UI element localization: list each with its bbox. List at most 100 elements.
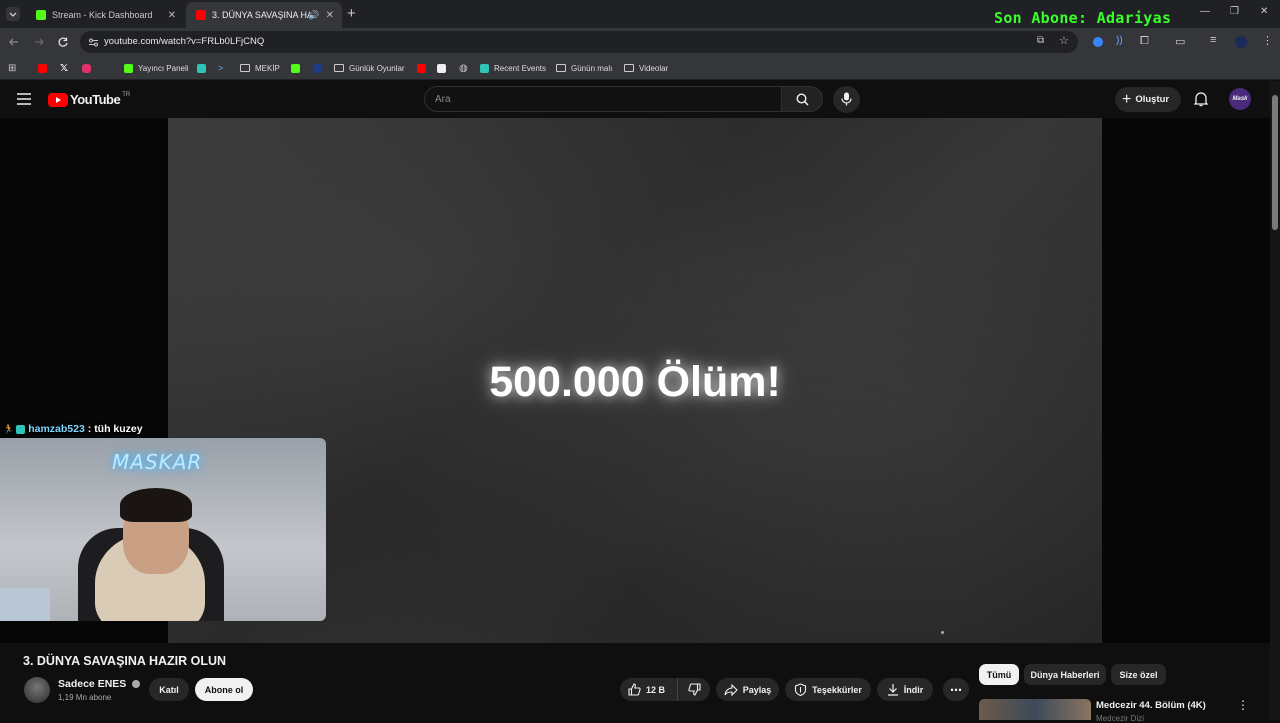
bookmark-x[interactable]: 𝕏	[60, 61, 68, 75]
browser-menu-icon[interactable]: ⋮	[1262, 34, 1273, 47]
chip-dunya-haberleri[interactable]: Dünya Haberleri	[1024, 664, 1106, 685]
like-dislike-group: 12 B	[620, 678, 710, 701]
close-window-icon[interactable]: ✕	[1260, 6, 1268, 17]
recommendation-channel[interactable]: Medcezir Dizi	[1096, 714, 1144, 723]
webcam-overlay: MASKAR	[0, 438, 326, 621]
create-label: Oluştur	[1135, 94, 1170, 105]
scrollbar-thumb[interactable]	[1272, 95, 1278, 230]
extension-icon[interactable]	[1093, 37, 1103, 47]
cast-icon[interactable]: ⧉	[1037, 35, 1044, 46]
bookmark-youtube-2[interactable]	[417, 61, 431, 75]
page-scrollbar[interactable]	[1270, 81, 1280, 720]
profile-avatar[interactable]	[1235, 36, 1247, 48]
super-thanks-icon	[795, 683, 807, 696]
chip-size-ozel[interactable]: Size özel	[1111, 664, 1166, 685]
extensions-puzzle-icon[interactable]: ⧠	[1140, 35, 1149, 48]
folder-icon	[556, 64, 566, 72]
back-icon[interactable]	[8, 36, 20, 48]
bookmark-star-icon[interactable]: ☆	[1059, 34, 1069, 47]
share-button[interactable]: Paylaş	[716, 678, 779, 701]
bookmark-label: Videolar	[639, 63, 669, 73]
apps-grid-icon[interactable]: ⊞	[8, 61, 16, 75]
bookmark-instagram[interactable]	[82, 61, 96, 75]
restore-icon[interactable]: ❐	[1230, 6, 1239, 17]
channel-avatar[interactable]	[24, 677, 50, 703]
bookmark-globe[interactable]: ◍	[459, 61, 468, 75]
subscriber-count: 1,19 Mn abone	[58, 693, 112, 702]
reload-icon[interactable]	[57, 36, 69, 48]
bookmark-recent-events[interactable]: Recent Events	[480, 61, 546, 75]
youtube-masthead: YouTube TR + Oluştur Mask	[0, 81, 1280, 118]
speck	[941, 631, 944, 634]
minimize-icon[interactable]: —	[1200, 6, 1210, 17]
close-icon[interactable]: ✕	[168, 10, 176, 21]
video-frame-text: 500.000 Ölüm!	[489, 358, 781, 406]
thanks-button[interactable]: Teşekkürler	[785, 678, 871, 701]
bookmark-youtube[interactable]	[38, 61, 52, 75]
folder-icon	[240, 64, 250, 72]
more-actions-button[interactable]: ⋯	[943, 678, 969, 701]
more-horizontal-icon: ⋯	[950, 682, 962, 697]
region-code: TR	[122, 92, 131, 98]
youtube-play-icon	[48, 92, 68, 107]
dislike-button[interactable]	[678, 678, 710, 701]
thumbs-down-icon	[687, 683, 701, 696]
bookmark-app[interactable]	[197, 61, 211, 75]
desk-object	[0, 588, 50, 621]
bookmark-folder-mekip[interactable]: MEKİP	[240, 61, 280, 75]
more-vertical-icon[interactable]: ⋮	[1237, 698, 1249, 712]
search-button[interactable]	[781, 86, 823, 112]
chip-all[interactable]: Tümü	[979, 664, 1019, 685]
download-button[interactable]: İndir	[877, 678, 933, 701]
chat-badge-icon: 🏃	[3, 423, 15, 434]
share-label: Paylaş	[742, 684, 772, 695]
youtube-icon	[38, 63, 47, 73]
recommendation-thumbnail[interactable]	[979, 699, 1091, 720]
bookmark-folder-gunun-mali[interactable]: Günün malı	[556, 61, 612, 75]
like-button[interactable]: 12 B	[620, 678, 678, 701]
speaker-icon[interactable]: 🔊	[308, 10, 319, 21]
close-icon[interactable]: ✕	[326, 10, 334, 21]
download-label: İndir	[903, 684, 924, 695]
extension-audio-icon[interactable]: ))	[1116, 35, 1123, 46]
subscribe-button[interactable]: Abone ol	[195, 678, 253, 701]
bookmark-folder-gunluk-oyunlar[interactable]: Günlük Oyunlar	[334, 61, 405, 75]
bookmark-label: MEKİP	[255, 63, 280, 73]
new-tab-button[interactable]: +	[347, 5, 356, 22]
hamburger-menu-icon[interactable]	[17, 93, 31, 105]
recommendation-title[interactable]: Medcezir 44. Bölüm (4K)	[1096, 700, 1206, 711]
side-panel-icon[interactable]: ▭	[1175, 35, 1185, 48]
forward-icon[interactable]	[33, 36, 45, 48]
bookmark-terminal[interactable]: >	[218, 61, 223, 75]
channel-name[interactable]: Sadece ENES	[58, 678, 141, 690]
like-count: 12 B	[646, 684, 666, 695]
join-button[interactable]: Katıl	[149, 678, 189, 701]
notifications-bell-icon[interactable]	[1194, 91, 1208, 107]
app-icon	[197, 63, 206, 73]
tab-label: 3. DÜNYA SAVAŞINA HAZIR	[212, 10, 310, 20]
voice-search-button[interactable]	[833, 86, 860, 113]
omnibox[interactable]: youtube.com/watch?v=FRLb0LFjCNQ ⧉ ☆	[80, 31, 1078, 53]
create-button[interactable]: + Oluştur	[1115, 87, 1181, 112]
tab-kick-dashboard[interactable]: Stream - Kick Dashboard ✕	[26, 2, 184, 28]
tab-youtube-video[interactable]: 3. DÜNYA SAVAŞINA HAZIR 🔊 ✕	[186, 2, 342, 28]
site-info-icon[interactable]	[88, 37, 99, 48]
tab-search-button[interactable]	[6, 7, 20, 21]
x-icon: 𝕏	[60, 62, 69, 74]
streamelements-icon	[480, 63, 489, 73]
bookmark-image[interactable]	[437, 61, 451, 75]
kick-icon	[124, 63, 133, 73]
bookmark-folder-videolar[interactable]: Videolar	[624, 61, 668, 75]
search-input[interactable]	[425, 87, 781, 111]
plus-icon: +	[1122, 90, 1132, 108]
search-icon	[796, 93, 809, 106]
bookmark-blue[interactable]	[313, 61, 327, 75]
search-box[interactable]	[424, 86, 782, 112]
account-avatar[interactable]: Mask	[1229, 88, 1251, 110]
url-text: youtube.com/watch?v=FRLb0LFjCNQ	[104, 36, 265, 47]
youtube-logo[interactable]: YouTube TR	[48, 92, 130, 107]
bookmark-kick[interactable]	[291, 61, 305, 75]
kick-icon	[291, 63, 300, 73]
media-controls-icon[interactable]: ≡	[1210, 34, 1216, 46]
bookmark-yayinci-paneli[interactable]: Yayıncı Paneli	[124, 61, 189, 75]
